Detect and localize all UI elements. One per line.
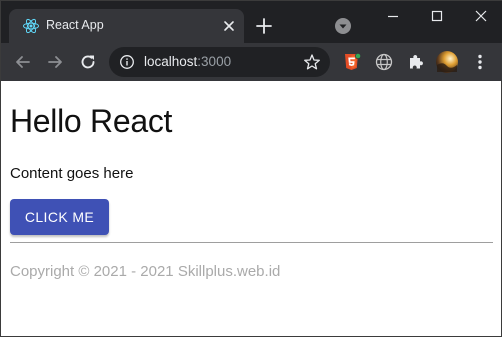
avatar[interactable] (435, 50, 459, 74)
divider (10, 242, 493, 243)
minimize-icon[interactable] (371, 1, 415, 31)
star-icon[interactable] (303, 53, 321, 71)
puzzle-icon[interactable] (406, 52, 426, 72)
address-bar[interactable]: localhost:3000 (109, 47, 330, 77)
chevron-down-icon[interactable] (334, 17, 352, 35)
kebab-menu-icon[interactable] (470, 52, 490, 72)
browser-toolbar: localhost:3000 (1, 43, 502, 81)
click-me-button[interactable]: CLICK ME (10, 199, 109, 235)
tab-strip: React App (1, 1, 502, 43)
url-host: localhost (144, 54, 198, 69)
url-port: :3000 (197, 54, 232, 69)
page-viewport: Hello React Content goes here CLICK ME C… (1, 81, 501, 336)
plus-icon[interactable] (253, 15, 275, 37)
page-content-text: Content goes here (10, 165, 134, 182)
close-icon[interactable] (459, 1, 502, 31)
tab-title: React App (46, 18, 104, 32)
page-title: Hello React (10, 103, 173, 139)
close-icon[interactable] (220, 17, 238, 35)
footer-copyright: Copyright © 2021 - 2021 Skillplus.web.id (10, 263, 281, 280)
tab-react-app[interactable]: React App (9, 9, 244, 43)
maximize-icon[interactable] (415, 1, 459, 31)
globe-extension-icon[interactable] (374, 52, 394, 72)
react-logo-icon (23, 18, 39, 34)
info-icon[interactable] (119, 54, 135, 70)
browser-window: React App localhost:3000 Hello React Con… (0, 0, 502, 337)
back-arrow-icon[interactable] (13, 52, 33, 72)
html5-extension-icon[interactable] (342, 52, 362, 72)
address-url[interactable]: localhost:3000 (144, 54, 231, 69)
forward-arrow-icon[interactable] (45, 52, 65, 72)
reload-icon[interactable] (78, 52, 98, 72)
